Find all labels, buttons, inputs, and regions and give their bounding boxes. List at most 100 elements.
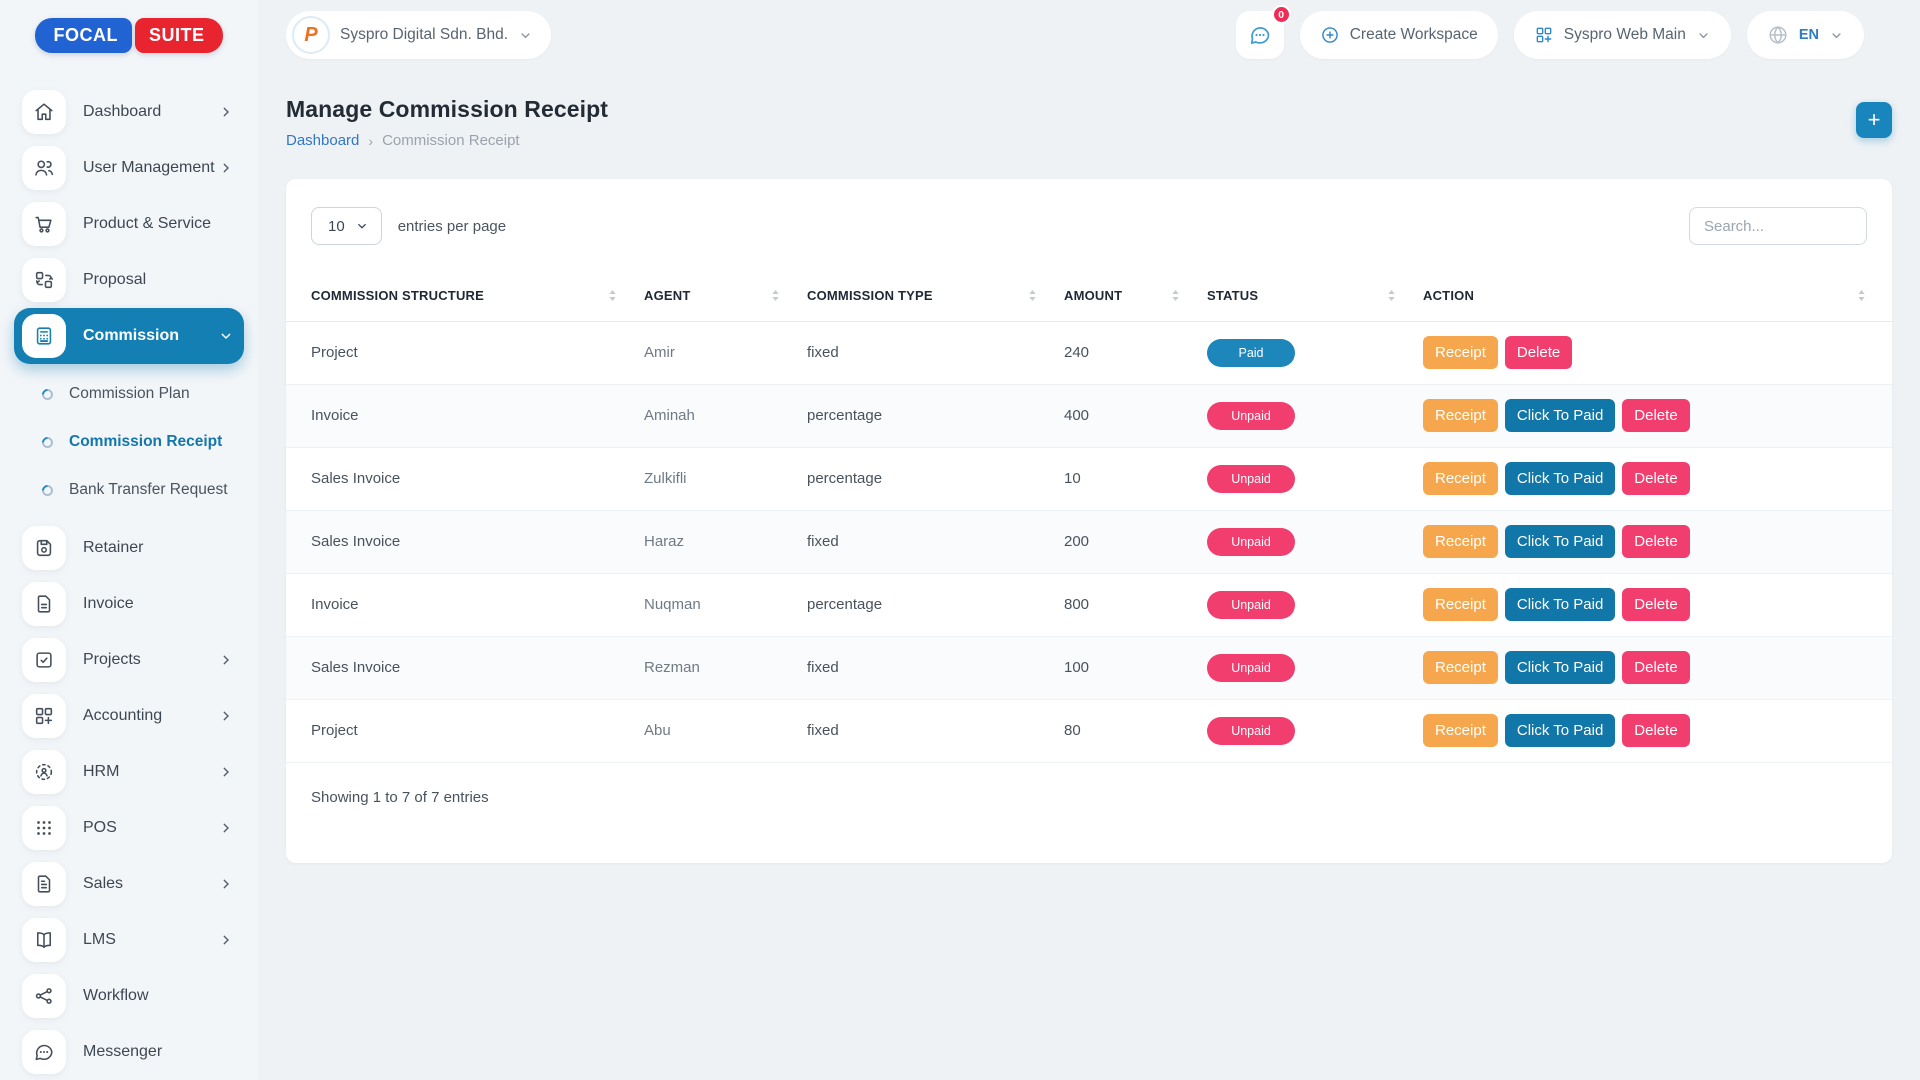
action-button-click-to-paid[interactable]: Click To Paid [1505, 462, 1615, 495]
column-header-commission-type[interactable]: COMMISSION TYPE [807, 271, 1064, 321]
messages-button[interactable]: 0 [1236, 11, 1284, 59]
cell-amount: 800 [1064, 573, 1207, 636]
sidebar-item-proposal[interactable]: Proposal [14, 252, 244, 308]
sidebar-item-workflow[interactable]: Workflow [14, 968, 244, 1024]
action-button-receipt[interactable]: Receipt [1423, 399, 1498, 432]
table-body: ProjectAmirfixed240PaidReceiptDeleteInvo… [286, 321, 1892, 762]
sidebar-item-commission[interactable]: Commission [14, 308, 244, 364]
action-button-delete[interactable]: Delete [1622, 588, 1689, 621]
cell-structure: Sales Invoice [286, 447, 644, 510]
column-header-agent[interactable]: AGENT [644, 271, 807, 321]
action-button-delete[interactable]: Delete [1622, 525, 1689, 558]
sidebar-subitem-commission-receipt[interactable]: Commission Receipt [14, 418, 244, 466]
action-button-delete[interactable]: Delete [1622, 714, 1689, 747]
home-icon [22, 90, 66, 134]
table-row: InvoiceAminahpercentage400UnpaidReceiptC… [286, 384, 1892, 447]
sidebar-item-accounting[interactable]: Accounting [14, 688, 244, 744]
table-row: Sales InvoiceZulkiflipercentage10UnpaidR… [286, 447, 1892, 510]
chat-icon [1248, 23, 1272, 47]
sidebar-subitem-commission-plan[interactable]: Commission Plan [14, 370, 244, 418]
cell-structure: Sales Invoice [286, 510, 644, 573]
status-badge: Unpaid [1207, 591, 1295, 619]
workspace-menu-button[interactable]: Syspro Web Main [1514, 11, 1731, 59]
cell-amount: 400 [1064, 384, 1207, 447]
cell-agent: Rezman [644, 636, 807, 699]
sidebar-item-user-management[interactable]: User Management [14, 140, 244, 196]
sidebar-item-label: Dashboard [83, 103, 218, 121]
cell-type: fixed [807, 321, 1064, 384]
table-row: ProjectAbufixed80UnpaidReceiptClick To P… [286, 699, 1892, 762]
language-selector[interactable]: EN [1747, 11, 1864, 59]
invoice-icon [22, 582, 66, 626]
sidebar-subitem-bank-transfer-request[interactable]: Bank Transfer Request [14, 466, 244, 514]
brand-logo[interactable]: FOCAL SUITE [0, 0, 258, 70]
chevron-right-icon [218, 104, 234, 120]
cell-agent: Zulkifli [644, 447, 807, 510]
sort-icon [1386, 288, 1397, 303]
language-code: EN [1799, 27, 1819, 43]
action-button-click-to-paid[interactable]: Click To Paid [1505, 651, 1615, 684]
sidebar-item-hrm[interactable]: HRM [14, 744, 244, 800]
book-icon [22, 918, 66, 962]
sort-icon [607, 288, 618, 303]
sidebar-item-pos[interactable]: POS [14, 800, 244, 856]
globe-icon [1767, 24, 1789, 46]
action-button-receipt[interactable]: Receipt [1423, 336, 1498, 369]
cell-agent: Amir [644, 321, 807, 384]
action-button-receipt[interactable]: Receipt [1423, 462, 1498, 495]
column-header-amount[interactable]: AMOUNT [1064, 271, 1207, 321]
action-button-receipt[interactable]: Receipt [1423, 588, 1498, 621]
column-header-status[interactable]: STATUS [1207, 271, 1423, 321]
sidebar-item-label: Workflow [83, 987, 234, 1005]
sidebar-item-messenger[interactable]: Messenger [14, 1024, 244, 1080]
sidebar-item-sales[interactable]: Sales [14, 856, 244, 912]
chevron-down-icon [518, 28, 533, 43]
create-workspace-button[interactable]: Create Workspace [1300, 11, 1498, 59]
breadcrumb-separator: › [368, 133, 373, 149]
search-input[interactable] [1689, 207, 1867, 245]
entries-value: 10 [328, 218, 345, 235]
sidebar-item-product-service[interactable]: Product & Service [14, 196, 244, 252]
cell-status: Unpaid [1207, 447, 1423, 510]
calculator-icon [22, 314, 66, 358]
add-receipt-button[interactable]: + [1856, 102, 1892, 138]
action-button-click-to-paid[interactable]: Click To Paid [1505, 588, 1615, 621]
action-button-click-to-paid[interactable]: Click To Paid [1505, 399, 1615, 432]
sidebar-item-dashboard[interactable]: Dashboard [14, 84, 244, 140]
breadcrumb-current: Commission Receipt [382, 132, 520, 149]
action-button-receipt[interactable]: Receipt [1423, 714, 1498, 747]
sidebar-item-retainer[interactable]: Retainer [14, 520, 244, 576]
chevron-down-icon [218, 328, 234, 344]
action-button-delete[interactable]: Delete [1622, 462, 1689, 495]
cell-actions: ReceiptClick To PaidDelete [1423, 447, 1892, 510]
action-button-delete[interactable]: Delete [1505, 336, 1572, 369]
sidebar-item-projects[interactable]: Projects [14, 632, 244, 688]
entries-select[interactable]: 10 [311, 207, 382, 245]
cell-actions: ReceiptClick To PaidDelete [1423, 699, 1892, 762]
breadcrumb-link-dashboard[interactable]: Dashboard [286, 132, 359, 149]
sidebar-item-label: LMS [83, 931, 218, 949]
workspace-selector[interactable]: P Syspro Digital Sdn. Bhd. [286, 11, 551, 59]
share-icon [22, 974, 66, 1018]
action-button-click-to-paid[interactable]: Click To Paid [1505, 525, 1615, 558]
dots-icon [22, 806, 66, 850]
sidebar-item-lms[interactable]: LMS [14, 912, 244, 968]
action-button-delete[interactable]: Delete [1622, 399, 1689, 432]
action-button-receipt[interactable]: Receipt [1423, 651, 1498, 684]
column-label: AGENT [644, 288, 691, 303]
page-title-block: Manage Commission Receipt Dashboard › Co… [286, 96, 608, 149]
column-header-commission-structure[interactable]: COMMISSION STRUCTURE [286, 271, 644, 321]
sidebar-item-label: Commission [83, 327, 218, 345]
chevron-right-icon [218, 160, 234, 176]
sidebar-item-invoice[interactable]: Invoice [14, 576, 244, 632]
swap-icon [22, 258, 66, 302]
action-button-click-to-paid[interactable]: Click To Paid [1505, 714, 1615, 747]
action-button-receipt[interactable]: Receipt [1423, 525, 1498, 558]
sidebar-item-label: Accounting [83, 707, 218, 725]
action-button-delete[interactable]: Delete [1622, 651, 1689, 684]
cell-actions: ReceiptDelete [1423, 321, 1892, 384]
column-header-action[interactable]: ACTION [1423, 271, 1892, 321]
breadcrumb: Dashboard › Commission Receipt [286, 132, 608, 149]
cell-structure: Invoice [286, 573, 644, 636]
grid-plus-icon [22, 694, 66, 738]
